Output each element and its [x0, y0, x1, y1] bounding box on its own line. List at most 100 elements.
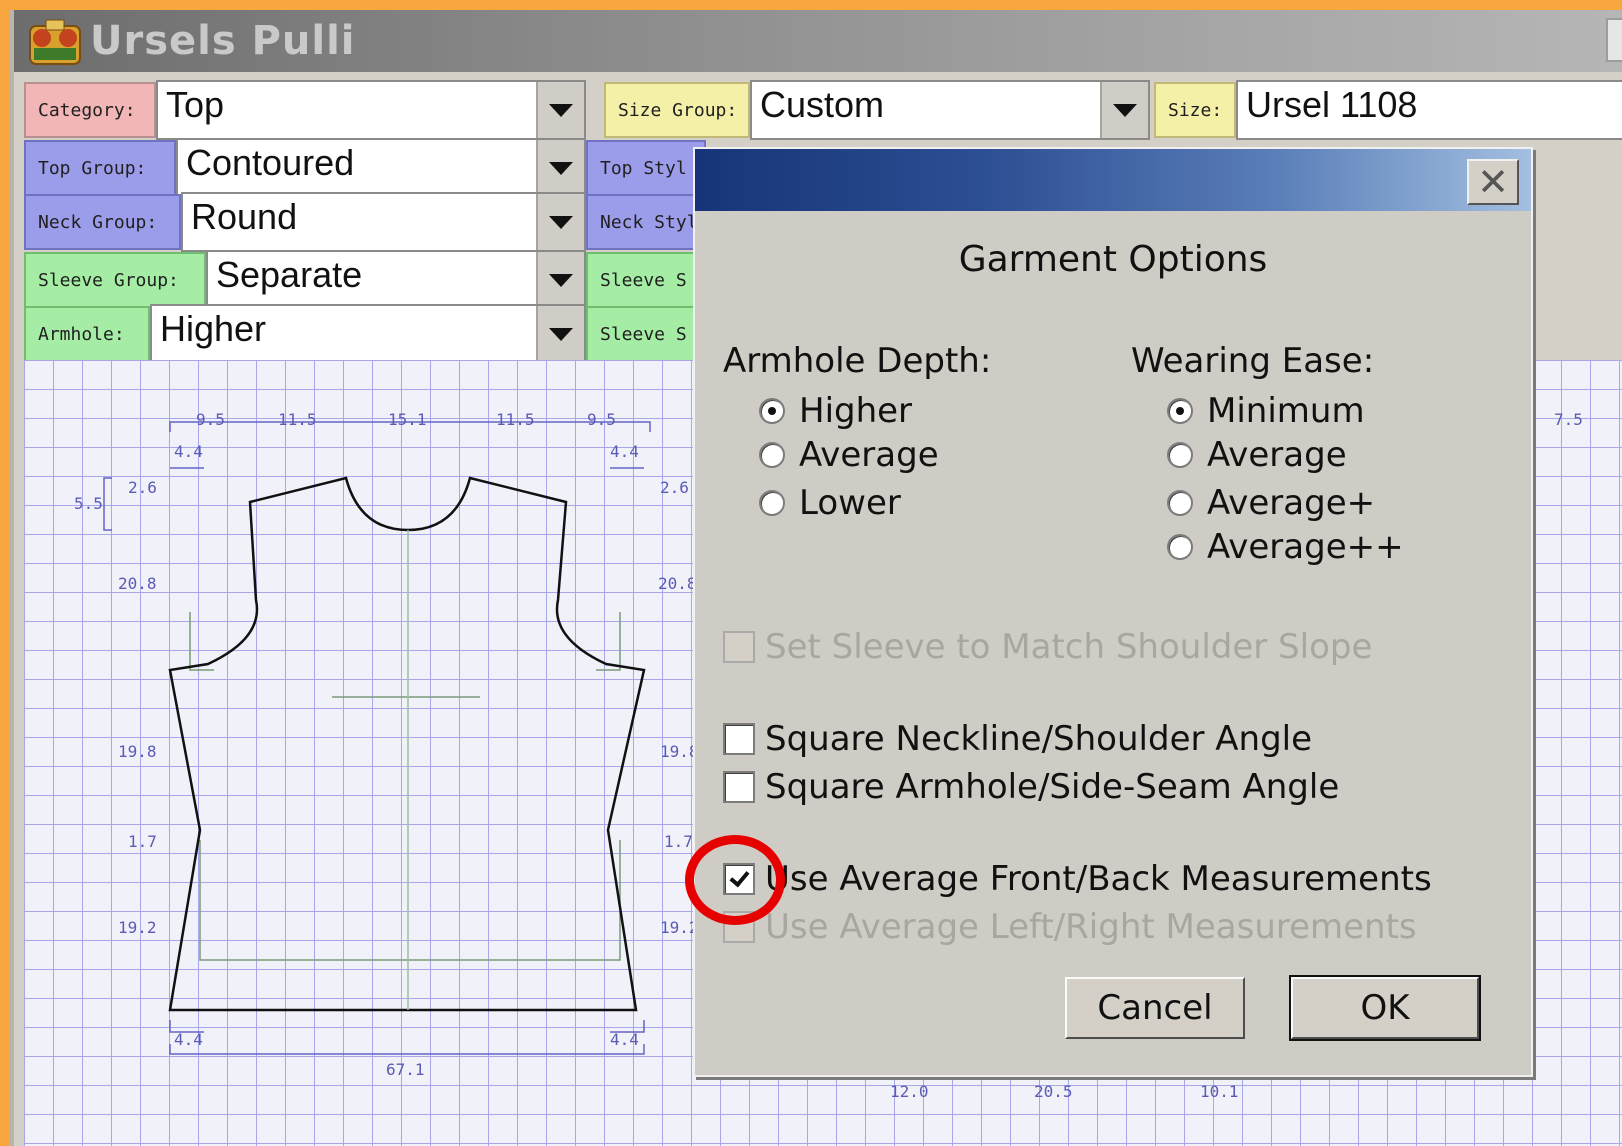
neck-group-dropdown[interactable]: Round	[181, 192, 586, 252]
dimension-label: 11.5	[496, 410, 535, 429]
dimension-label: 7.5	[1554, 410, 1583, 429]
dimension-label: 19.2	[118, 918, 157, 937]
sleeve-group-label: Sleeve Group:	[24, 252, 206, 308]
square-neckline-checkbox[interactable]: Square Neckline/Shoulder Angle	[723, 719, 1312, 759]
armhole-depth-title: Armhole Depth:	[723, 341, 992, 381]
checkbox-icon[interactable]	[723, 723, 755, 755]
category-dropdown[interactable]: Top	[156, 80, 586, 140]
category-dropdown-button[interactable]	[536, 82, 584, 138]
wearing-ease-title: Wearing Ease:	[1131, 341, 1375, 381]
sleeve-style-label-2: Sleeve S	[586, 306, 706, 362]
size-group-value: Custom	[760, 84, 885, 125]
dimension-label: 10.1	[1200, 1082, 1239, 1101]
category-label: Category:	[24, 82, 156, 138]
dimension-label: 4.4	[174, 442, 203, 461]
radio-selected-icon[interactable]	[759, 398, 785, 424]
radio-icon[interactable]	[1167, 490, 1193, 516]
size-group-dropdown-button[interactable]	[1100, 82, 1148, 138]
chevron-down-icon	[549, 103, 573, 117]
armhole-value: Higher	[160, 308, 267, 349]
checkbox-icon	[723, 911, 755, 943]
checkbox-label: Use Average Front/Back Measurements	[765, 859, 1432, 899]
radio-icon[interactable]	[759, 490, 785, 516]
top-group-dropdown[interactable]: Contoured	[176, 138, 586, 198]
top-group-label: Top Group:	[24, 140, 176, 196]
chevron-down-icon	[549, 327, 573, 341]
armhole-higher-radio[interactable]: Higher	[759, 391, 912, 431]
dimension-label: 20.8	[658, 574, 697, 593]
radio-icon[interactable]	[759, 442, 785, 468]
chevron-down-icon	[549, 273, 573, 287]
neck-group-dropdown-button[interactable]	[536, 194, 584, 250]
dimension-label: 20.5	[1034, 1082, 1073, 1101]
sleeve-style-label: Sleeve S	[586, 252, 706, 308]
window-control-button[interactable]	[1606, 18, 1622, 62]
average-front-back-checkbox[interactable]: Use Average Front/Back Measurements	[723, 859, 1432, 899]
dimension-label: 4.4	[174, 1030, 203, 1049]
sleeve-group-dropdown-button[interactable]	[536, 252, 584, 308]
armhole-dropdown[interactable]: Higher	[150, 304, 586, 364]
neck-group-value: Round	[191, 196, 298, 237]
armhole-label: Armhole:	[24, 306, 150, 362]
radio-icon[interactable]	[1167, 442, 1193, 468]
checkbox-checked-icon[interactable]	[723, 863, 755, 895]
armhole-average-radio[interactable]: Average	[759, 435, 939, 475]
top-group-value: Contoured	[186, 142, 355, 183]
ease-average-plusplus-radio[interactable]: Average++	[1167, 527, 1404, 567]
size-group-label: Size Group:	[604, 82, 750, 138]
sleeve-group-dropdown[interactable]: Separate	[206, 250, 586, 310]
dimension-label: 15.1	[388, 410, 427, 429]
dimension-label: 2.6	[660, 478, 689, 497]
ok-button[interactable]: OK	[1289, 975, 1481, 1041]
radio-label: Higher	[799, 391, 913, 431]
radio-label: Average++	[1207, 527, 1404, 567]
radio-label: Lower	[799, 483, 901, 523]
dimension-label: 2.6	[128, 478, 157, 497]
radio-label: Average	[799, 435, 939, 475]
radio-icon[interactable]	[1167, 534, 1193, 560]
top-group-dropdown-button[interactable]	[536, 140, 584, 196]
app-logo-icon	[29, 19, 81, 65]
radio-label: Minimum	[1207, 391, 1365, 431]
checkbox-label: Square Neckline/Shoulder Angle	[765, 719, 1313, 759]
dimension-label: 9.5	[196, 410, 225, 429]
dimension-label: 5.5	[74, 494, 103, 513]
ease-average-radio[interactable]: Average	[1167, 435, 1347, 475]
ease-average-plus-radio[interactable]: Average+	[1167, 483, 1375, 523]
armhole-dropdown-button[interactable]	[536, 306, 584, 362]
average-left-right-checkbox: Use Average Left/Right Measurements	[723, 907, 1417, 947]
cancel-button[interactable]: Cancel	[1065, 977, 1245, 1039]
checkbox-label: Use Average Left/Right Measurements	[765, 907, 1417, 947]
app-title: Ursels Pulli	[90, 18, 356, 64]
size-label: Size:	[1154, 82, 1236, 138]
dialog-heading: Garment Options	[958, 239, 1268, 280]
dimension-label: 19.8	[118, 742, 157, 761]
dimension-label: 4.4	[610, 442, 639, 461]
dimension-label: 1.7	[128, 832, 157, 851]
dimension-label: 11.5	[278, 410, 317, 429]
chevron-down-icon	[549, 161, 573, 175]
dimension-label: 12.0	[890, 1082, 929, 1101]
size-field[interactable]: Ursel 1108	[1236, 80, 1622, 140]
close-icon[interactable]: ✕	[1467, 159, 1519, 205]
radio-selected-icon[interactable]	[1167, 398, 1193, 424]
neck-group-label: Neck Group:	[24, 194, 181, 250]
size-value: Ursel 1108	[1246, 84, 1418, 125]
ease-minimum-radio[interactable]: Minimum	[1167, 391, 1365, 431]
sleeve-shoulder-slope-checkbox: Set Sleeve to Match Shoulder Slope	[723, 627, 1372, 667]
dimension-label: 1.7	[664, 832, 693, 851]
checkbox-icon[interactable]	[723, 771, 755, 803]
radio-label: Average+	[1207, 483, 1376, 523]
armhole-lower-radio[interactable]: Lower	[759, 483, 901, 523]
dimension-label: 4.4	[610, 1030, 639, 1049]
garment-options-dialog: ✕ Garment Options Armhole Depth: Higher …	[693, 147, 1533, 1077]
square-armhole-checkbox[interactable]: Square Armhole/Side-Seam Angle	[723, 767, 1339, 807]
chevron-down-icon	[1113, 103, 1137, 117]
dimension-label: 9.5	[587, 410, 616, 429]
dimension-label: 67.1	[386, 1060, 425, 1079]
chevron-down-icon	[549, 215, 573, 229]
size-group-dropdown[interactable]: Custom	[750, 80, 1150, 140]
category-value: Top	[166, 84, 225, 125]
dialog-title-bar[interactable]: ✕	[695, 149, 1531, 211]
title-bar[interactable]: Ursels Pulli	[14, 10, 1622, 72]
